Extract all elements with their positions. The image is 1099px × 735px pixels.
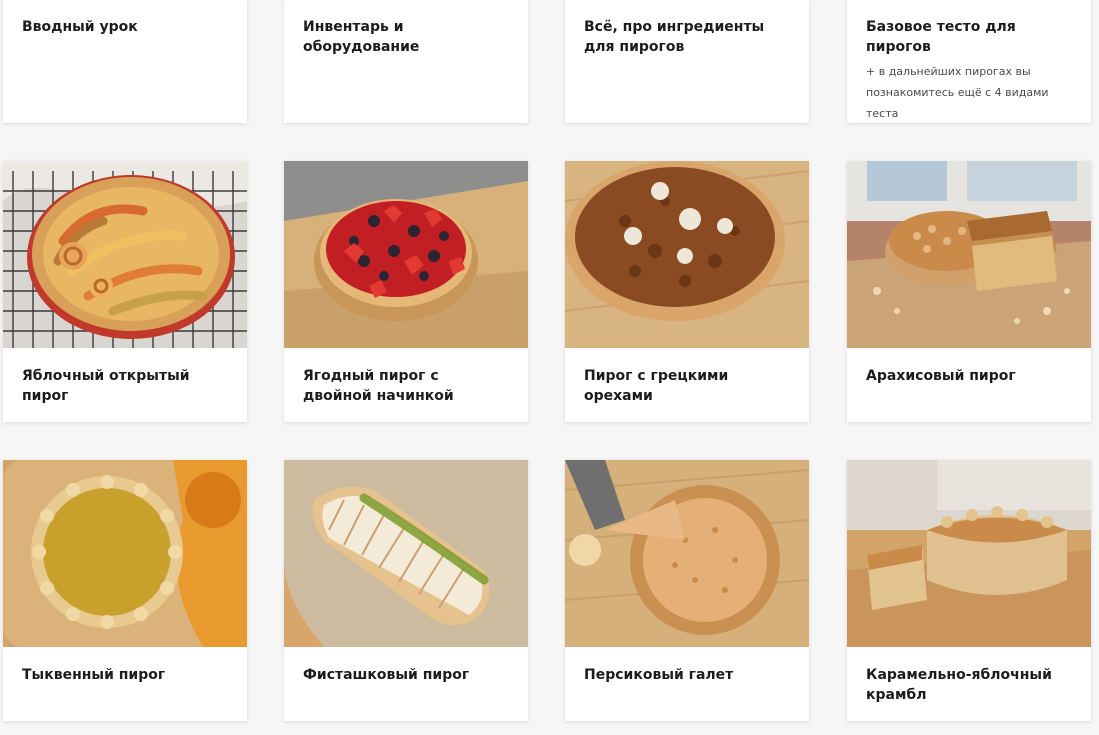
lesson-card-intro[interactable]: Вводный урок [3, 0, 247, 123]
lesson-title: Ягодный пирог с двойной начинкой [303, 368, 454, 404]
lesson-card-pistachio-pie[interactable]: Фисташковый пирог [284, 460, 528, 721]
lesson-title: Инвентарь и оборудование [303, 19, 420, 55]
lesson-title: Тыквенный пирог [22, 667, 166, 683]
lesson-grid: Вводный урок Инвентарь и оборудование Вс… [0, 0, 1099, 735]
walnut-pie-photo [565, 161, 809, 348]
apple-tart-photo [3, 161, 247, 348]
peanut-pie-photo [847, 161, 1091, 348]
lesson-title: Фисташковый пирог [303, 667, 470, 683]
pumpkin-pie-photo [3, 460, 247, 647]
lesson-title: Базовое тесто для пирогов [866, 19, 1016, 55]
lesson-note: + в дальнейших пирогах вы познакомитесь … [866, 65, 1049, 120]
lesson-card-equipment[interactable]: Инвентарь и оборудование [284, 0, 528, 123]
lesson-card-berry-tart[interactable]: Ягодный пирог с двойной начинкой [284, 161, 528, 422]
berry-tart-photo [284, 161, 528, 348]
lesson-title: Пирог с грецкими орехами [584, 368, 729, 404]
lesson-card-peanut-pie[interactable]: Арахисовый пирог [847, 161, 1091, 422]
caramel-apple-crumble-photo [847, 460, 1091, 647]
lesson-card-pumpkin-pie[interactable]: Тыквенный пирог [3, 460, 247, 721]
lesson-card-base-dough[interactable]: Базовое тесто для пирогов + в дальнейших… [847, 0, 1091, 123]
lesson-card-caramel-apple-crumble[interactable]: Карамельно-яблочный крамбл [847, 460, 1091, 721]
peach-galette-photo [565, 460, 809, 647]
lesson-title: Вводный урок [22, 19, 138, 35]
lesson-title: Карамельно-яблочный крамбл [866, 667, 1052, 703]
pistachio-strudel-photo [284, 460, 528, 647]
lesson-title: Яблочный открытый пирог [22, 368, 190, 404]
lesson-title: Арахисовый пирог [866, 368, 1016, 384]
lesson-title: Персиковый галет [584, 667, 734, 683]
lesson-card-peach-galette[interactable]: Персиковый галет [565, 460, 809, 721]
lesson-card-apple-tart[interactable]: Яблочный открытый пирог [3, 161, 247, 422]
lesson-card-walnut-pie[interactable]: Пирог с грецкими орехами [565, 161, 809, 422]
lesson-card-ingredients[interactable]: Всё, про ингредиенты для пирогов [565, 0, 809, 123]
lesson-title: Всё, про ингредиенты для пирогов [584, 19, 765, 55]
